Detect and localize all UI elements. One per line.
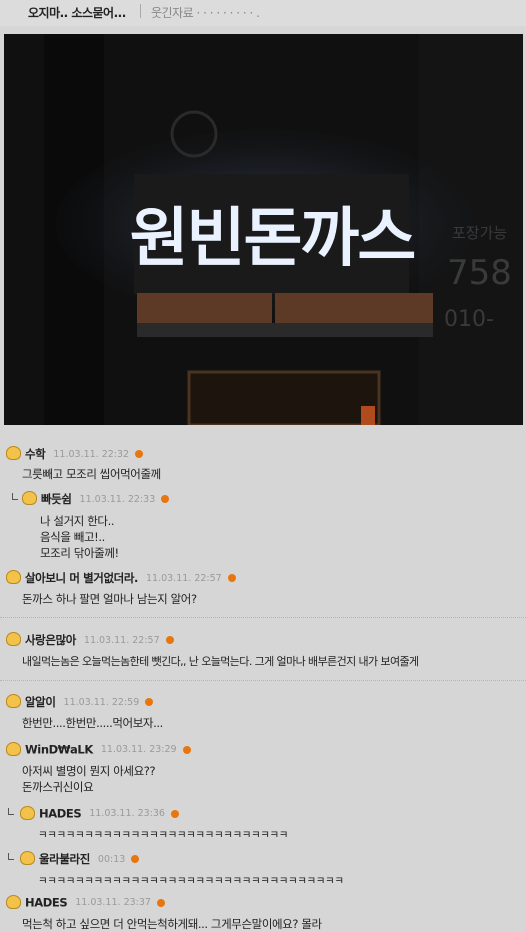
comment-divider xyxy=(0,617,526,618)
comment-author[interactable]: 빠듯쉼 xyxy=(41,492,72,506)
side-sign-line1: 포장가능 xyxy=(452,224,507,242)
avatar-icon xyxy=(20,805,35,820)
comment-author[interactable]: 울라불라진 xyxy=(39,852,90,866)
comment-author[interactable]: 알알이 xyxy=(25,695,56,709)
comment-text: 돈까스귀신이요 xyxy=(22,780,94,794)
reply-arrow-icon xyxy=(12,493,18,500)
new-badge-icon xyxy=(135,450,144,458)
comment-divider xyxy=(0,680,526,681)
awning xyxy=(137,323,433,337)
comment-text: 아저씨 별명이 뭔지 아세요?? xyxy=(22,764,156,778)
comment-text: 내일먹는놈은 오늘먹는놈한테 뺏긴다,, 난 오늘먹는다. 그게 얼마나 배부른… xyxy=(22,655,419,668)
comment-text: 나 설거지 한다.. xyxy=(40,514,115,528)
comment-text: 그릇빼고 모조리 씹어먹어줄께 xyxy=(22,467,161,481)
comment-text: 먹는척 하고 싶으면 더 안먹는척하게돼... 그게무슨말이에요? 몰라 xyxy=(22,917,322,931)
comment-time: 11.03.11. 22:57 xyxy=(83,634,160,646)
storefront-image: 원빈돈까스 포장가능 758 010- xyxy=(4,34,523,425)
comment-time: 11.03.11. 22:59 xyxy=(63,696,140,708)
comment-text: 돈까스 하나 팔면 얼마나 남는지 알어? xyxy=(22,592,197,606)
comment-author[interactable]: HADES xyxy=(39,807,82,821)
comment-time: 00:13 xyxy=(97,853,126,865)
reply-arrow-icon xyxy=(8,808,14,815)
reply-arrow-icon xyxy=(8,853,14,860)
comment-time: 11.03.11. 23:29 xyxy=(100,744,177,755)
comment-time: 11.03.11. 22:32 xyxy=(53,448,130,460)
comment-text: ㅋㅋㅋㅋㅋㅋㅋㅋㅋㅋㅋㅋㅋㅋㅋㅋㅋㅋㅋㅋㅋㅋㅋㅋㅋㅋㅋ xyxy=(38,829,289,841)
new-badge-icon xyxy=(156,898,165,907)
comment-time: 11.03.11. 23:37 xyxy=(75,897,151,908)
avatar-icon xyxy=(6,632,21,646)
door-light xyxy=(361,406,375,425)
avatar-icon xyxy=(6,446,21,460)
comment-author[interactable]: 수학 xyxy=(25,447,46,461)
avatar-icon xyxy=(22,491,37,505)
comment-author[interactable]: 사랑은많아 xyxy=(25,633,76,647)
comment-author[interactable]: WinD₩aLK xyxy=(25,743,93,757)
new-badge-icon xyxy=(165,636,174,644)
header-divider xyxy=(140,4,141,18)
avatar-icon xyxy=(20,851,35,865)
panel-right xyxy=(275,293,433,323)
door-frame xyxy=(187,370,381,425)
new-badge-icon xyxy=(131,855,140,863)
new-badge-icon xyxy=(145,698,154,706)
side-sign-line3: 010- xyxy=(444,307,494,332)
post-category[interactable]: 웃긴자료 · · · · · · · · · . xyxy=(151,4,260,21)
avatar-icon xyxy=(6,694,21,708)
comment-text: 음식을 빼고!.. xyxy=(40,530,105,544)
comment-text: ㅋㅋㅋㅋㅋㅋㅋㅋㅋㅋㅋㅋㅋㅋㅋㅋㅋㅋㅋㅋㅋㅋㅋㅋㅋㅋㅋㅋㅋㅋㅋㅋㅋ xyxy=(38,875,344,887)
new-badge-icon xyxy=(161,495,170,503)
comment-time: 11.03.11. 23:36 xyxy=(89,808,165,819)
post-header: 오지마.. 소스묻어... 웃긴자료 · · · · · · · · · . xyxy=(0,0,526,26)
sign-text: 원빈돈까스 xyxy=(130,202,415,276)
comment-author[interactable]: 살아보니 머 별거없더라. xyxy=(25,571,138,585)
comment-time: 11.03.11. 22:33 xyxy=(79,493,156,505)
new-badge-icon xyxy=(170,809,179,818)
comment-author[interactable]: HADES xyxy=(25,896,68,910)
side-sign-line2: 758 xyxy=(447,253,512,293)
comment-text: 한번만....한번만.....먹어보자... xyxy=(22,716,163,730)
avatar-icon xyxy=(6,741,21,756)
new-badge-icon xyxy=(227,574,236,582)
post-photo: 원빈돈까스 포장가능 758 010- xyxy=(4,34,523,425)
new-badge-icon xyxy=(182,745,191,754)
avatar-icon xyxy=(6,570,21,584)
avatar-icon xyxy=(6,894,21,909)
post-title[interactable]: 오지마.. 소스묻어... xyxy=(28,4,126,21)
panel-left xyxy=(137,293,272,323)
comment-text: 모조리 닦아줄께! xyxy=(40,546,119,560)
comment-time: 11.03.11. 22:57 xyxy=(145,572,222,584)
